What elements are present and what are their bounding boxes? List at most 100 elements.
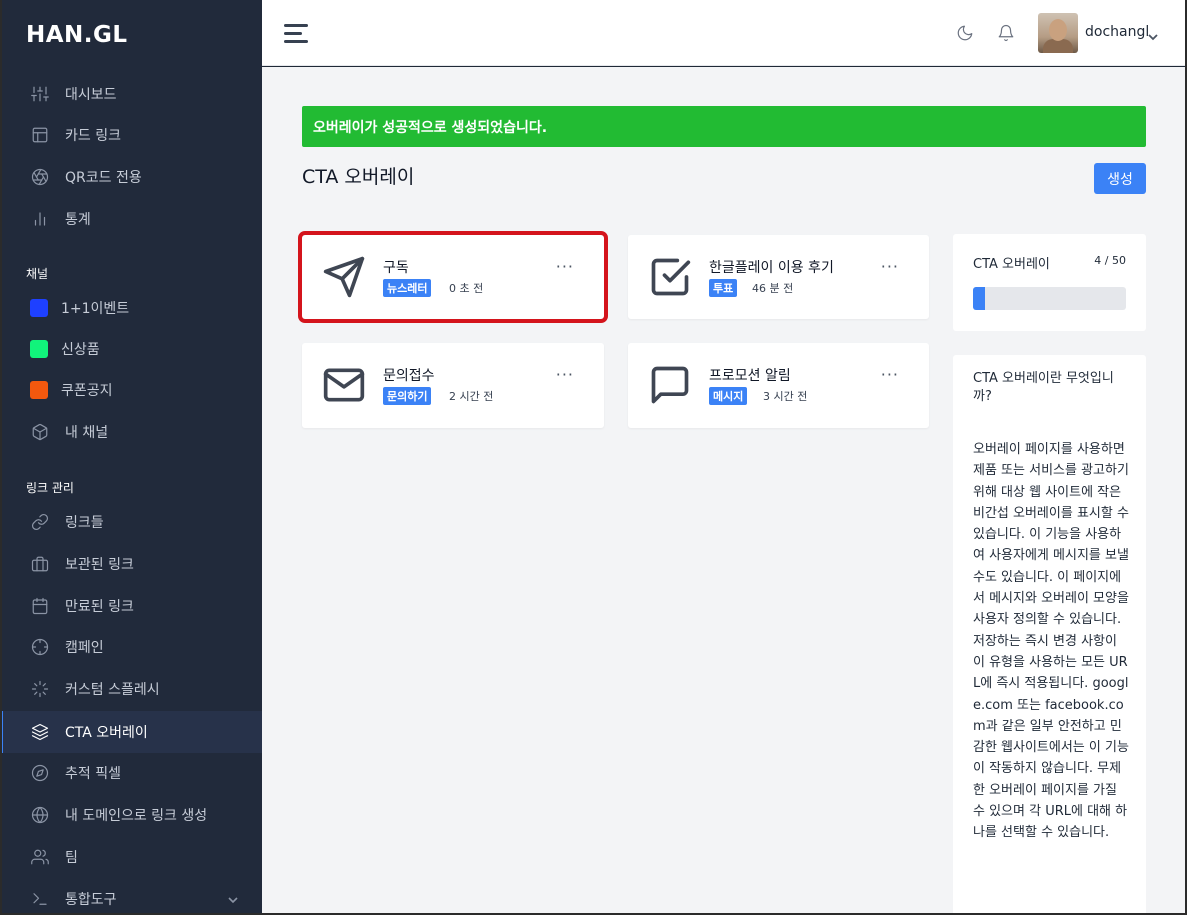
sidebar-item-expired-links[interactable]: 만료된 링크 (0, 586, 262, 626)
users-icon (30, 847, 50, 867)
sidebar-item-label: QR코드 전용 (65, 170, 142, 186)
card-timestamp: 3 시간 전 (763, 390, 808, 403)
sidebar-item-team[interactable]: 팀 (0, 837, 262, 877)
sidebar-item-label: 만료된 링크 (65, 599, 134, 615)
globe-icon (30, 805, 50, 825)
terminal-icon (30, 889, 50, 909)
overlay-card-promotion[interactable]: 프로모션 알림 메시지 3 시간 전 ··· (628, 343, 929, 428)
usage-progress-bar (973, 287, 1126, 310)
info-body: 오버레이 페이지를 사용하면 제품 또는 서비스를 광고하기 위해 대상 웹 사… (973, 442, 1129, 841)
more-options-icon[interactable]: ··· (556, 365, 574, 384)
info-title: CTA 오버레이란 무엇입니까? (973, 371, 1114, 404)
card-title: 구독 (383, 260, 409, 276)
channels-heading: 채널 (26, 267, 49, 281)
sidebar-item-label: 대시보드 (65, 87, 117, 103)
sidebar-item-custom-splash[interactable]: 커스텀 스플레시 (0, 669, 262, 709)
sidebar-item-campaign[interactable]: 캠페인 (0, 627, 262, 667)
sidebar-item-dashboard[interactable]: 대시보드 (0, 74, 262, 114)
aperture-icon (30, 167, 50, 187)
usage-count: 4 / 50 (1094, 254, 1126, 267)
check-square-icon (648, 255, 692, 299)
sliders-icon (30, 84, 50, 104)
sidebar-item-label: 팀 (65, 850, 78, 866)
create-button[interactable]: 생성 (1094, 163, 1146, 194)
sidebar-item-label: 내 채널 (65, 425, 109, 441)
main-content: 오버레이가 성공적으로 생성되었습니다. CTA 오버레이 생성 구독 뉴스레터… (262, 67, 1185, 913)
card-title: 문의접수 (383, 368, 435, 384)
link-icon (30, 512, 50, 532)
sidebar-item-label: 커스텀 스플레시 (65, 682, 160, 698)
sidebar-item-cta-overlay[interactable]: CTA 오버레이 (0, 711, 262, 753)
sidebar-item-links[interactable]: 링크들 (0, 502, 262, 542)
sidebar-item-label: 카드 링크 (65, 128, 121, 144)
top-header: dochangl (262, 0, 1185, 66)
card-type-badge: 뉴스레터 (383, 279, 432, 297)
layers-icon (30, 722, 50, 742)
sidebar-item-archived-links[interactable]: 보관된 링크 (0, 544, 262, 584)
chevron-down-icon[interactable] (1148, 27, 1158, 41)
layout-icon (30, 125, 50, 145)
overlay-usage-card: CTA 오버레이 4 / 50 (953, 234, 1146, 331)
channel-color-swatch (30, 340, 48, 358)
sidebar-item-card-link[interactable]: 카드 링크 (0, 115, 262, 155)
sidebar-item-tracking-pixel[interactable]: 추적 픽셀 (0, 753, 262, 793)
success-alert: 오버레이가 성공적으로 생성되었습니다. (302, 106, 1146, 147)
avatar[interactable] (1038, 13, 1078, 53)
page-title: CTA 오버레이 (302, 166, 415, 188)
sidebar-item-label: CTA 오버레이 (65, 725, 148, 741)
loader-icon (30, 679, 50, 699)
overlay-card-review[interactable]: 한글플레이 이용 후기 투표 46 분 전 ··· (628, 235, 929, 319)
compass-icon (30, 763, 50, 783)
card-timestamp: 2 시간 전 (449, 390, 494, 403)
card-timestamp: 46 분 전 (752, 282, 794, 295)
overlay-info-card: CTA 오버레이란 무엇입니까? 오버레이 페이지를 사용하면 제품 또는 서비… (953, 355, 1146, 913)
bell-icon[interactable] (997, 24, 1015, 42)
card-type-badge: 메시지 (709, 387, 748, 405)
sidebar-item-label: 쿠폰공지 (61, 383, 113, 399)
sidebar-item-label: 캠페인 (65, 640, 104, 656)
card-title: 프로모션 알림 (709, 368, 791, 384)
sidebar-item-label: 내 도메인으로 링크 생성 (65, 808, 208, 824)
card-timestamp: 0 초 전 (449, 282, 484, 295)
channel-color-swatch (30, 381, 48, 399)
menu-toggle-icon[interactable] (284, 24, 308, 43)
mail-icon (322, 363, 366, 407)
overlay-card-subscribe[interactable]: 구독 뉴스레터 0 초 전 ··· (298, 231, 608, 323)
more-options-icon[interactable]: ··· (881, 365, 899, 384)
sidebar-item-custom-domain[interactable]: 내 도메인으로 링크 생성 (0, 795, 262, 835)
sidebar-item-label: 보관된 링크 (65, 557, 134, 573)
moon-icon[interactable] (956, 24, 974, 42)
sidebar-item-qrcode[interactable]: QR코드 전용 (0, 157, 262, 197)
sidebar-item-integrations[interactable]: 통합도구 (0, 879, 262, 915)
sidebar-item-label: 링크들 (65, 515, 104, 531)
brand-logo[interactable]: HAN.GL (26, 22, 128, 48)
message-square-icon (648, 363, 692, 407)
sidebar-item-label: 신상품 (61, 342, 100, 358)
sidebar-item-stats[interactable]: 통계 (0, 199, 262, 239)
sidebar-item-label: 추적 픽셀 (65, 766, 121, 782)
overlay-card-inquiry[interactable]: 문의접수 문의하기 2 시간 전 ··· (302, 343, 604, 428)
sidebar-item-label: 통계 (65, 212, 91, 228)
usage-title: CTA 오버레이 (973, 257, 1050, 272)
username[interactable]: dochangl (1085, 24, 1149, 40)
more-options-icon[interactable]: ··· (881, 257, 899, 276)
bar-chart-icon (30, 209, 50, 229)
sidebar-item-label: 통합도구 (65, 892, 117, 908)
card-type-badge: 투표 (709, 279, 738, 297)
card-type-badge: 문의하기 (383, 387, 432, 405)
send-icon (322, 255, 366, 299)
sidebar-item-my-channel[interactable]: 내 채널 (0, 412, 262, 452)
sidebar-item-channel-new-product[interactable]: 신상품 (0, 329, 262, 369)
links-heading: 링크 관리 (26, 481, 74, 495)
briefcase-icon (30, 554, 50, 574)
calendar-icon (30, 596, 50, 616)
box-icon (30, 422, 50, 442)
more-options-icon[interactable]: ··· (556, 257, 574, 276)
chevron-down-icon (228, 893, 238, 904)
card-title: 한글플레이 이용 후기 (709, 260, 834, 276)
sidebar-item-channel-coupon[interactable]: 쿠폰공지 (0, 370, 262, 410)
channel-color-swatch (30, 299, 48, 317)
crosshair-icon (30, 637, 50, 657)
sidebar-item-channel-1plus1[interactable]: 1+1이벤트 (0, 288, 262, 328)
sidebar-item-label: 1+1이벤트 (61, 301, 130, 317)
